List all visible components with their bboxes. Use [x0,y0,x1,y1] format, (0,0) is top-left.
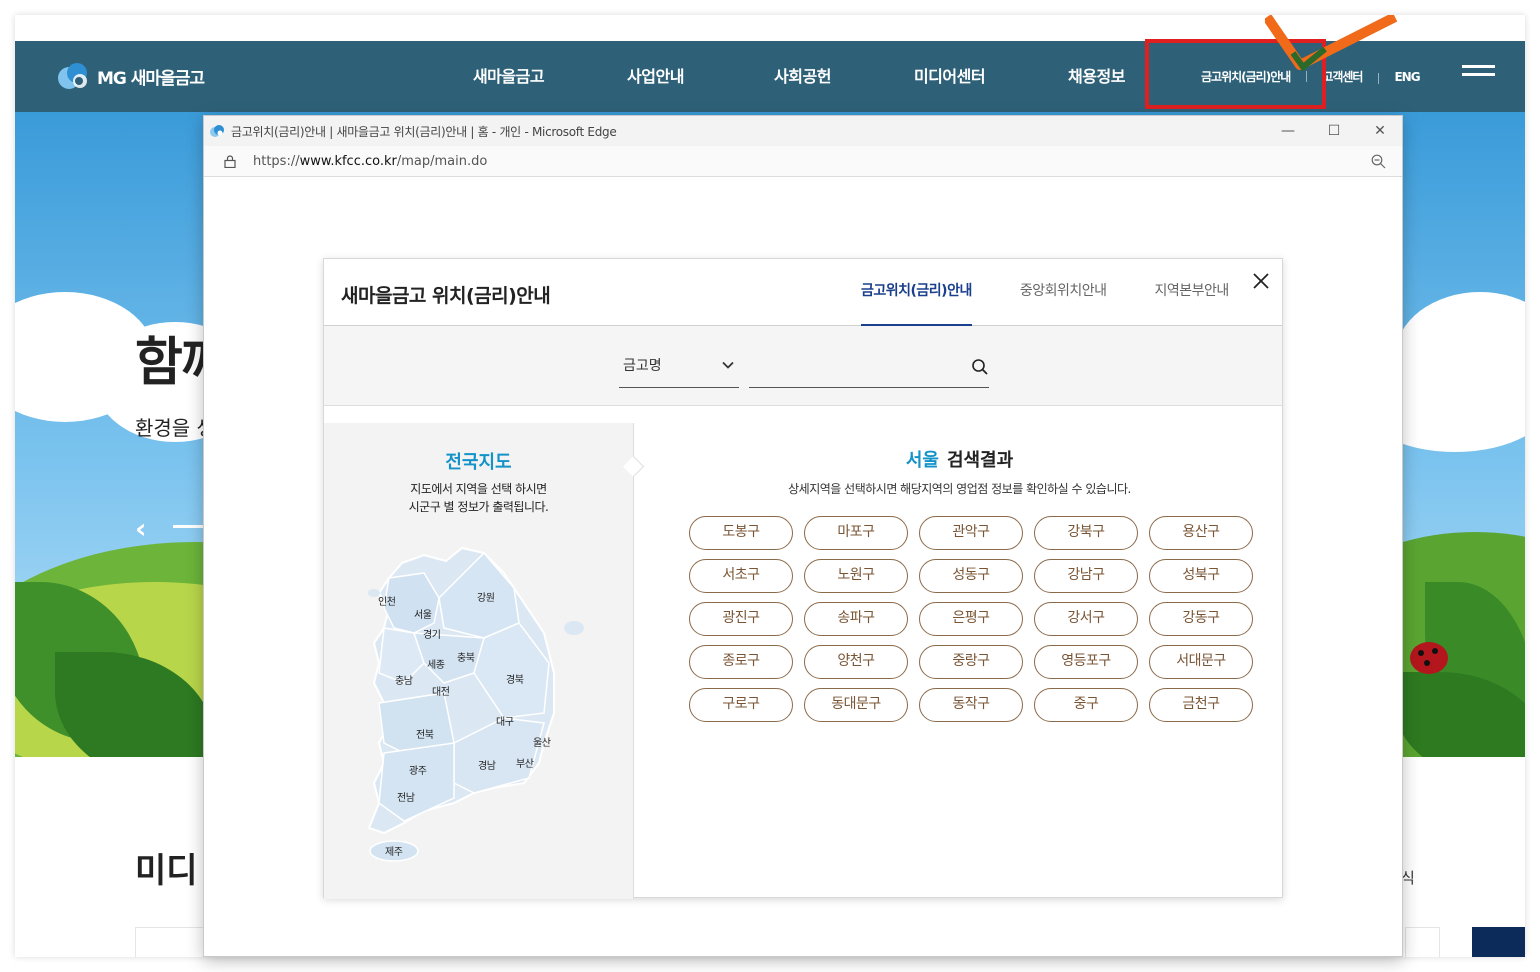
district-button[interactable]: 중랑구 [919,645,1023,679]
district-button[interactable]: 강동구 [1149,602,1253,636]
modal-close-icon[interactable] [1249,269,1273,293]
lock-icon [224,154,236,168]
district-button[interactable]: 강북구 [1034,516,1138,550]
nav-item-mg[interactable]: 새마을금고 [435,41,582,112]
logo-text: MG 새마을금고 [97,68,205,89]
chevron-down-icon [722,361,734,369]
nav-item-recruit[interactable]: 채용정보 [1023,41,1170,112]
minimize-button[interactable]: — [1265,116,1311,146]
region-gyeongnam[interactable]: 경남 [478,757,496,772]
district-button[interactable]: 성동구 [919,559,1023,593]
media-card[interactable] [1405,927,1440,957]
region-gangwon[interactable]: 강원 [477,589,495,604]
result-description: 상세지역을 선택하시면 해당지역의 영업점 정보를 확인하실 수 있습니다. [788,482,1131,496]
window-title: 금고위치(금리)안내 | 새마을금고 위치(금리)안내 | 홈 - 개인 - M… [231,124,617,139]
branch-locator-modal: 새마을금고 위치(금리)안내 금고위치(금리)안내 중앙회위치안내 지역본부안내… [323,258,1284,899]
region-jeonbuk[interactable]: 전북 [416,726,434,741]
util-english[interactable]: ENG [1378,70,1435,84]
district-button[interactable]: 관악구 [919,516,1023,550]
global-navigation-bar: MG 새마을금고 새마을금고 사업안내 사회공헌 미디어센터 채용정보 금고위치… [15,41,1525,112]
mg-logo-icon [55,60,91,92]
tab-branch-location[interactable]: 금고위치(금리)안내 [861,259,972,326]
region-jeonnam[interactable]: 전남 [397,789,415,804]
tab-headquarters-location[interactable]: 중앙회위치안내 [1003,259,1124,326]
district-button[interactable]: 서대문구 [1149,645,1253,679]
map-title: 전국지도 [445,452,512,473]
side-link-text[interactable]: 식 [1401,867,1415,888]
hero-prev-icon[interactable]: ‹ [135,512,147,545]
district-button[interactable]: 강서구 [1034,602,1138,636]
search-area: 금고명 [324,326,1282,406]
nav-item-business[interactable]: 사업안내 [582,41,729,112]
maximize-button[interactable]: ☐ [1311,116,1357,146]
district-button[interactable]: 서초구 [689,559,793,593]
hamburger-menu-icon[interactable] [1462,65,1495,85]
zoom-icon[interactable] [1371,154,1386,169]
region-sejong[interactable]: 세종 [427,656,445,671]
district-button[interactable]: 성북구 [1149,559,1253,593]
address-bar[interactable]: https://www.kfcc.co.kr/map/main.do [204,146,1402,177]
district-button[interactable]: 마포구 [804,516,908,550]
region-jeju[interactable]: 제주 [385,843,403,858]
window-titlebar[interactable]: 금고위치(금리)안내 | 새마을금고 위치(금리)안내 | 홈 - 개인 - M… [204,116,1402,146]
region-gyeongbuk[interactable]: 경북 [506,671,524,686]
main-menu: 새마을금고 사업안내 사회공헌 미디어센터 채용정보 [435,41,1170,112]
site-logo[interactable]: MG 새마을금고 [55,59,205,93]
result-title: 서울 검색결과 [905,450,1014,471]
district-button[interactable]: 영등포구 [1034,645,1138,679]
district-button[interactable]: 강남구 [1034,559,1138,593]
korea-map-panel: 전국지도 지도에서 지역을 선택 하시면 시군구 별 정보가 출력됩니다. 인천 [324,423,634,899]
region-busan[interactable]: 부산 [516,755,534,770]
district-button[interactable]: 동작구 [919,688,1023,722]
util-customer-center[interactable]: 고객센터 [1306,68,1378,85]
region-daegu[interactable]: 대구 [496,713,514,728]
nav-item-media[interactable]: 미디어센터 [876,41,1023,112]
district-button[interactable]: 용산구 [1149,516,1253,550]
district-button[interactable]: 도봉구 [689,516,793,550]
region-seoul[interactable]: 서울 [414,606,432,621]
region-incheon[interactable]: 인천 [378,593,396,608]
district-button[interactable]: 종로구 [689,645,793,679]
district-button[interactable]: 송파구 [804,602,908,636]
search-type-select[interactable]: 금고명 [619,354,739,388]
region-chungbuk[interactable]: 충북 [457,649,475,664]
district-button[interactable]: 은평구 [919,602,1023,636]
nav-item-social[interactable]: 사회공헌 [729,41,876,112]
search-input[interactable] [749,354,959,384]
modal-title: 새마을금고 위치(금리)안내 [341,285,551,307]
ladybug-illustration [1410,642,1448,674]
screen: MG 새마을금고 새마을금고 사업안내 사회공헌 미디어센터 채용정보 금고위치… [0,0,1540,972]
media-section-title: 미디 [135,851,198,891]
search-field[interactable] [749,354,989,388]
media-thumbnail[interactable] [1472,927,1525,957]
region-chungnam[interactable]: 충남 [395,672,413,687]
tab-regional-office[interactable]: 지역본부안내 [1138,259,1246,326]
window-close-button[interactable]: ✕ [1357,116,1403,146]
district-button[interactable]: 중구 [1034,688,1138,722]
search-result-panel: 서울 검색결과 상세지역을 선택하시면 해당지역의 영업점 정보를 확인하실 수 … [635,423,1284,899]
region-gyeonggi[interactable]: 경기 [423,626,441,641]
modal-tabs: 금고위치(금리)안내 중앙회위치안내 지역본부안내 [844,259,1260,326]
mg-favicon-icon [210,125,224,137]
region-daejeon[interactable]: 대전 [432,683,450,698]
district-button[interactable]: 양천구 [804,645,908,679]
region-gwangju[interactable]: 광주 [409,762,427,777]
district-button[interactable]: 광진구 [689,602,793,636]
modal-header: 새마을금고 위치(금리)안내 금고위치(금리)안내 중앙회위치안내 지역본부안내 [324,259,1282,326]
util-branch-locator[interactable]: 금고위치(금리)안내 [1185,68,1306,85]
district-button[interactable]: 동대문구 [804,688,908,722]
map-description: 지도에서 지역을 선택 하시면 시군구 별 정보가 출력됩니다. [408,482,549,514]
url-text[interactable]: https://www.kfcc.co.kr/map/main.do [253,154,487,169]
district-button[interactable]: 구로구 [689,688,793,722]
district-button[interactable]: 금천구 [1149,688,1253,722]
district-list: 도봉구 마포구 관악구 강북구 용산구 서초구 노원구 성동구 강남구 성북구 … [689,516,1264,722]
region-ulsan[interactable]: 울산 [533,734,551,749]
district-button[interactable]: 노원구 [804,559,908,593]
search-icon[interactable] [971,358,989,376]
utility-menu: 금고위치(금리)안내 고객센터 ENG [1185,41,1436,112]
